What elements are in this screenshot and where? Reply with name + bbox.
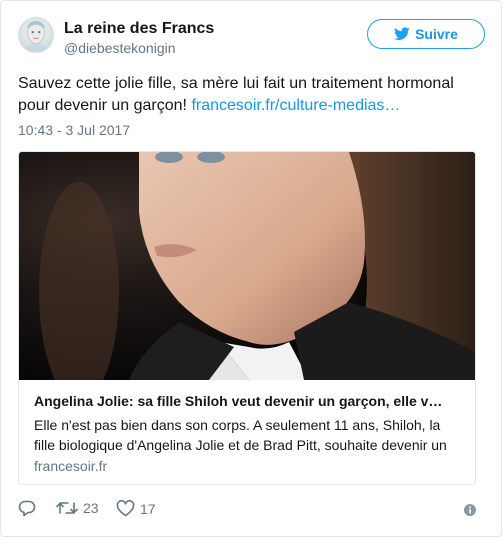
avatar-image (24, 20, 48, 52)
tweet-text: Sauvez cette jolie fille, sa mère lui fa… (18, 73, 488, 117)
follow-button[interactable]: Suivre (367, 19, 485, 49)
twitter-bird-icon (394, 27, 410, 40)
like-count: 17 (140, 500, 156, 517)
card-description: Elle n'est pas bien dans son corps. A se… (34, 417, 447, 453)
retweet-icon (56, 502, 78, 514)
tweet-link[interactable]: francesoir.fr/culture-medias… (191, 97, 400, 114)
display-name[interactable]: La reine des Francs (64, 19, 214, 39)
tweet-header: La reine des Francs @diebestekonigin Sui… (18, 17, 485, 61)
card-photo (19, 152, 475, 380)
follow-button-label: Suivre (415, 26, 458, 42)
retweet-count: 23 (83, 500, 99, 516)
link-card[interactable]: Angelina Jolie: sa fille Shiloh veut dev… (18, 151, 476, 485)
retweet-button[interactable]: 23 (56, 500, 99, 516)
avatar[interactable] (18, 17, 54, 53)
card-title: Angelina Jolie: sa fille Shiloh veut dev… (34, 393, 443, 409)
tweet-actions: 23 17 (18, 500, 485, 520)
card-image (19, 152, 475, 380)
card-domain: francesoir.fr (34, 458, 108, 474)
tweet-timestamp[interactable]: 10:43 - 3 Jul 2017 (18, 121, 130, 139)
reply-button[interactable] (18, 500, 36, 517)
user-names: La reine des Francs @diebestekonigin (64, 19, 214, 57)
reply-icon (18, 500, 36, 517)
heart-icon (116, 500, 135, 517)
user-handle[interactable]: @diebestekonigin (64, 39, 214, 57)
tweet-embed: La reine des Francs @diebestekonigin Sui… (0, 0, 502, 537)
like-button[interactable]: 17 (116, 500, 156, 517)
info-icon[interactable] (464, 504, 476, 516)
